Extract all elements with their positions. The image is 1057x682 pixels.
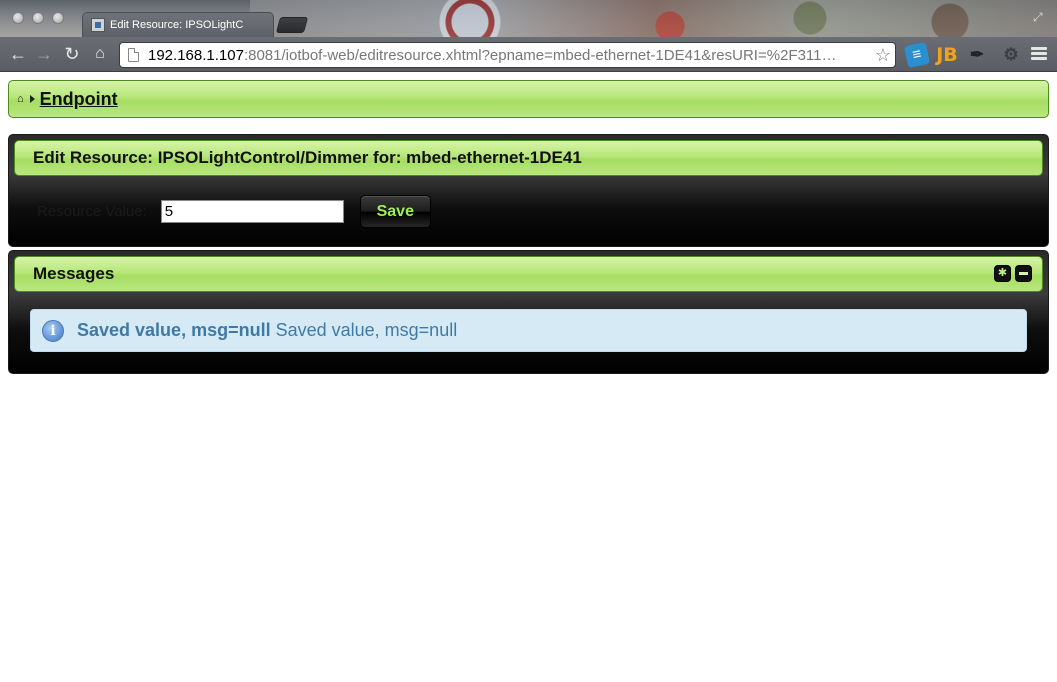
- browser-menu-icon[interactable]: [1031, 47, 1047, 61]
- theme-background: [250, 0, 1057, 37]
- minimize-window-button[interactable]: [32, 12, 44, 24]
- messages-panel: Messages ✱ i Saved value, msg=null Saved…: [8, 250, 1049, 374]
- edit-resource-panel: Edit Resource: IPSOLightControl/Dimmer f…: [8, 134, 1049, 247]
- openload-extension-icon[interactable]: ≡: [903, 41, 931, 69]
- resource-value-row: Resource Value: Save: [37, 195, 431, 228]
- page-icon: [128, 48, 139, 62]
- favicon-icon: [91, 18, 105, 32]
- save-button[interactable]: Save: [359, 195, 431, 228]
- info-message: i Saved value, msg=null Saved value, msg…: [30, 309, 1027, 352]
- reload-icon[interactable]: ↻: [62, 44, 82, 64]
- resource-value-label: Resource Value:: [37, 203, 147, 220]
- browser-titlebar: Edit Resource: IPSOLightC ⤢: [0, 0, 1057, 37]
- forward-arrow-icon[interactable]: →: [34, 44, 54, 64]
- resource-value-input[interactable]: [160, 200, 344, 223]
- panel-controls: ✱: [994, 265, 1032, 282]
- url-text: 192.168.1.107:8081/iotbof-web/editresour…: [148, 46, 837, 64]
- tab-title: Edit Resource: IPSOLightC: [110, 19, 244, 31]
- zoom-window-button[interactable]: [52, 12, 64, 24]
- bookmark-star-icon[interactable]: ☆: [875, 45, 891, 65]
- message-summary: Saved value, msg=null: [77, 320, 271, 340]
- gear-extension-icon[interactable]: ⚙: [1000, 44, 1022, 66]
- panel-header: Messages ✱: [14, 256, 1043, 292]
- back-arrow-icon[interactable]: ←: [8, 44, 28, 64]
- jb-extension-icon[interactable]: JB: [936, 44, 958, 66]
- home-icon[interactable]: ⌂: [17, 93, 24, 105]
- message-detail: Saved value, msg=null: [275, 320, 458, 340]
- info-icon: i: [42, 319, 64, 342]
- panel-title: Edit Resource: IPSOLightControl/Dimmer f…: [33, 148, 582, 167]
- panel-title: Messages: [33, 264, 115, 283]
- panel-header: Edit Resource: IPSOLightControl/Dimmer f…: [14, 140, 1043, 176]
- address-bar[interactable]: 192.168.1.107:8081/iotbof-web/editresour…: [119, 42, 896, 68]
- breadcrumb: ⌂ Endpoint: [8, 80, 1049, 118]
- settings-gear-icon[interactable]: ✱: [994, 265, 1011, 282]
- home-icon[interactable]: ⌂: [90, 44, 110, 64]
- fullscreen-icon[interactable]: ⤢: [1033, 10, 1047, 24]
- new-tab-button[interactable]: [275, 17, 309, 33]
- browser-toolbar: ← → ↻ ⌂ 192.168.1.107:8081/iotbof-web/ed…: [0, 37, 1057, 72]
- browser-tab[interactable]: Edit Resource: IPSOLightC: [82, 12, 274, 37]
- breadcrumb-endpoint-link[interactable]: Endpoint: [40, 89, 118, 110]
- dropper-extension-icon[interactable]: ✒: [966, 44, 988, 66]
- chevron-right-icon: [29, 95, 35, 103]
- close-window-button[interactable]: [12, 12, 24, 24]
- minimize-icon[interactable]: [1015, 265, 1032, 282]
